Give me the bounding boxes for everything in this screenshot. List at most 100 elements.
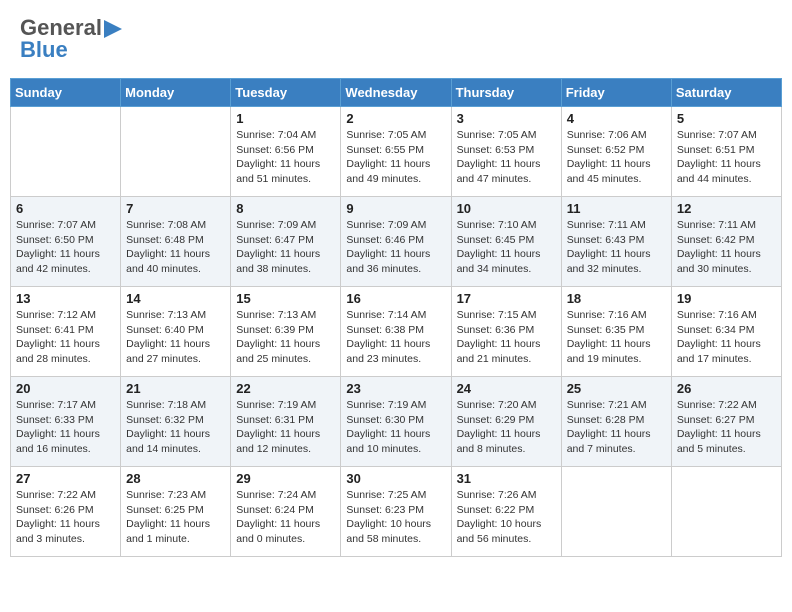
calendar-week-row: 13Sunrise: 7:12 AMSunset: 6:41 PMDayligh… (11, 287, 782, 377)
day-number: 17 (457, 291, 556, 306)
day-info: Sunrise: 7:22 AMSunset: 6:27 PMDaylight:… (677, 398, 776, 457)
day-number: 8 (236, 201, 335, 216)
day-info: Sunrise: 7:18 AMSunset: 6:32 PMDaylight:… (126, 398, 225, 457)
day-of-week-header: Monday (121, 79, 231, 107)
calendar-cell: 3 Sunrise: 7:05 AMSunset: 6:53 PMDaylight… (451, 107, 561, 197)
day-number: 20 (16, 381, 115, 396)
calendar-cell: 12 Sunrise: 7:11 AMSunset: 6:42 PMDayligh… (671, 197, 781, 287)
day-number: 22 (236, 381, 335, 396)
calendar-cell: 11Sunrise: 7:11 AMSunset: 6:43 PMDayligh… (561, 197, 671, 287)
day-info: Sunrise: 7:05 AMSunset: 6:55 PMDaylight:… (346, 128, 445, 187)
day-info: Sunrise: 7:04 AMSunset: 6:56 PMDaylight:… (236, 128, 335, 187)
day-number: 21 (126, 381, 225, 396)
day-number: 16 (346, 291, 445, 306)
day-of-week-header: Wednesday (341, 79, 451, 107)
calendar-cell: 5 Sunrise: 7:07 AMSunset: 6:51 PMDaylight… (671, 107, 781, 197)
day-of-week-header: Sunday (11, 79, 121, 107)
day-number: 9 (346, 201, 445, 216)
day-info: Sunrise: 7:20 AMSunset: 6:29 PMDaylight:… (457, 398, 556, 457)
day-info: Sunrise: 7:19 AMSunset: 6:31 PMDaylight:… (236, 398, 335, 457)
day-number: 26 (677, 381, 776, 396)
calendar-cell: 1 Sunrise: 7:04 AMSunset: 6:56 PMDaylight… (231, 107, 341, 197)
day-info: Sunrise: 7:07 AMSunset: 6:50 PMDaylight:… (16, 218, 115, 277)
calendar-cell: 2 Sunrise: 7:05 AMSunset: 6:55 PMDaylight… (341, 107, 451, 197)
logo-arrow-icon (104, 20, 122, 38)
calendar-cell: 6 Sunrise: 7:07 AMSunset: 6:50 PMDaylight… (11, 197, 121, 287)
day-number: 29 (236, 471, 335, 486)
calendar-cell (121, 107, 231, 197)
calendar-table: SundayMondayTuesdayWednesdayThursdayFrid… (10, 78, 782, 557)
day-info: Sunrise: 7:23 AMSunset: 6:25 PMDaylight:… (126, 488, 225, 547)
calendar-cell: 17 Sunrise: 7:15 AMSunset: 6:36 PMDayligh… (451, 287, 561, 377)
day-number: 24 (457, 381, 556, 396)
calendar-cell: 10Sunrise: 7:10 AMSunset: 6:45 PMDayligh… (451, 197, 561, 287)
day-number: 5 (677, 111, 776, 126)
day-number: 1 (236, 111, 335, 126)
day-number: 2 (346, 111, 445, 126)
day-info: Sunrise: 7:14 AMSunset: 6:38 PMDaylight:… (346, 308, 445, 367)
calendar-cell: 26 Sunrise: 7:22 AMSunset: 6:27 PMDayligh… (671, 377, 781, 467)
page-header: General Blue (10, 10, 782, 68)
day-info: Sunrise: 7:24 AMSunset: 6:24 PMDaylight:… (236, 488, 335, 547)
day-info: Sunrise: 7:13 AMSunset: 6:40 PMDaylight:… (126, 308, 225, 367)
day-info: Sunrise: 7:25 AMSunset: 6:23 PMDaylight:… (346, 488, 445, 547)
day-number: 13 (16, 291, 115, 306)
calendar-cell (671, 467, 781, 557)
day-info: Sunrise: 7:05 AMSunset: 6:53 PMDaylight:… (457, 128, 556, 187)
day-number: 15 (236, 291, 335, 306)
calendar-cell: 19 Sunrise: 7:16 AMSunset: 6:34 PMDayligh… (671, 287, 781, 377)
calendar-cell: 18 Sunrise: 7:16 AMSunset: 6:35 PMDayligh… (561, 287, 671, 377)
calendar-cell: 13Sunrise: 7:12 AMSunset: 6:41 PMDayligh… (11, 287, 121, 377)
calendar-cell: 31 Sunrise: 7:26 AMSunset: 6:22 PMDayligh… (451, 467, 561, 557)
day-info: Sunrise: 7:17 AMSunset: 6:33 PMDaylight:… (16, 398, 115, 457)
day-of-week-header: Tuesday (231, 79, 341, 107)
calendar-week-row: 20 Sunrise: 7:17 AMSunset: 6:33 PMDayligh… (11, 377, 782, 467)
calendar-cell (561, 467, 671, 557)
calendar-cell: 27Sunrise: 7:22 AMSunset: 6:26 PMDayligh… (11, 467, 121, 557)
calendar-cell: 24 Sunrise: 7:20 AMSunset: 6:29 PMDayligh… (451, 377, 561, 467)
calendar-cell (11, 107, 121, 197)
day-number: 30 (346, 471, 445, 486)
day-of-week-header: Saturday (671, 79, 781, 107)
calendar-cell: 30 Sunrise: 7:25 AMSunset: 6:23 PMDayligh… (341, 467, 451, 557)
calendar-cell: 22 Sunrise: 7:19 AMSunset: 6:31 PMDayligh… (231, 377, 341, 467)
day-info: Sunrise: 7:09 AMSunset: 6:46 PMDaylight:… (346, 218, 445, 277)
logo: General Blue (20, 15, 122, 63)
day-number: 31 (457, 471, 556, 486)
day-number: 4 (567, 111, 666, 126)
day-info: Sunrise: 7:16 AMSunset: 6:34 PMDaylight:… (677, 308, 776, 367)
calendar-cell: 14 Sunrise: 7:13 AMSunset: 6:40 PMDayligh… (121, 287, 231, 377)
calendar-cell: 9 Sunrise: 7:09 AMSunset: 6:46 PMDaylight… (341, 197, 451, 287)
day-number: 27 (16, 471, 115, 486)
day-number: 14 (126, 291, 225, 306)
calendar-cell: 20 Sunrise: 7:17 AMSunset: 6:33 PMDayligh… (11, 377, 121, 467)
calendar-cell: 4 Sunrise: 7:06 AMSunset: 6:52 PMDaylight… (561, 107, 671, 197)
day-number: 12 (677, 201, 776, 216)
day-info: Sunrise: 7:06 AMSunset: 6:52 PMDaylight:… (567, 128, 666, 187)
day-number: 7 (126, 201, 225, 216)
calendar-cell: 7 Sunrise: 7:08 AMSunset: 6:48 PMDaylight… (121, 197, 231, 287)
day-number: 3 (457, 111, 556, 126)
logo-blue-text: Blue (20, 37, 68, 63)
calendar-cell: 23Sunrise: 7:19 AMSunset: 6:30 PMDayligh… (341, 377, 451, 467)
day-info: Sunrise: 7:07 AMSunset: 6:51 PMDaylight:… (677, 128, 776, 187)
day-of-week-header: Thursday (451, 79, 561, 107)
day-info: Sunrise: 7:10 AMSunset: 6:45 PMDaylight:… (457, 218, 556, 277)
day-info: Sunrise: 7:11 AMSunset: 6:42 PMDaylight:… (677, 218, 776, 277)
calendar-cell: 25Sunrise: 7:21 AMSunset: 6:28 PMDayligh… (561, 377, 671, 467)
day-info: Sunrise: 7:26 AMSunset: 6:22 PMDaylight:… (457, 488, 556, 547)
day-info: Sunrise: 7:15 AMSunset: 6:36 PMDaylight:… (457, 308, 556, 367)
day-number: 23 (346, 381, 445, 396)
day-info: Sunrise: 7:13 AMSunset: 6:39 PMDaylight:… (236, 308, 335, 367)
day-info: Sunrise: 7:08 AMSunset: 6:48 PMDaylight:… (126, 218, 225, 277)
day-number: 18 (567, 291, 666, 306)
day-number: 19 (677, 291, 776, 306)
calendar-week-row: 6 Sunrise: 7:07 AMSunset: 6:50 PMDaylight… (11, 197, 782, 287)
calendar-cell: 16 Sunrise: 7:14 AMSunset: 6:38 PMDayligh… (341, 287, 451, 377)
calendar-header-row: SundayMondayTuesdayWednesdayThursdayFrid… (11, 79, 782, 107)
day-number: 6 (16, 201, 115, 216)
calendar-cell: 29 Sunrise: 7:24 AMSunset: 6:24 PMDayligh… (231, 467, 341, 557)
day-number: 28 (126, 471, 225, 486)
calendar-week-row: 27Sunrise: 7:22 AMSunset: 6:26 PMDayligh… (11, 467, 782, 557)
day-info: Sunrise: 7:16 AMSunset: 6:35 PMDaylight:… (567, 308, 666, 367)
